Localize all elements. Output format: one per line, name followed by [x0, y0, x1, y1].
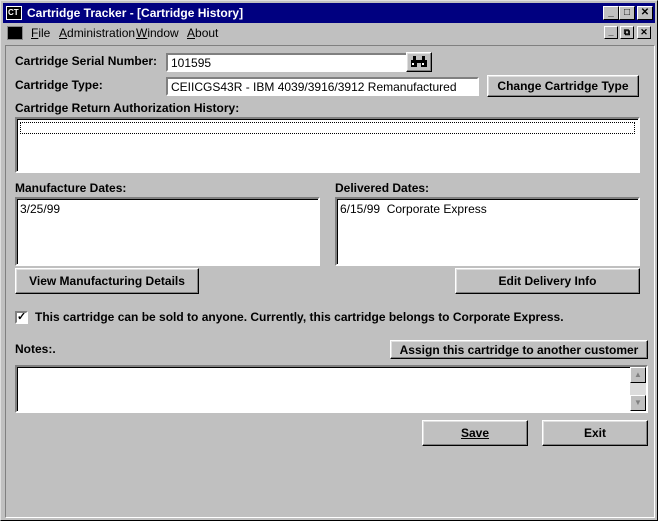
- manufacture-dates-list[interactable]: 3/25/99: [15, 197, 320, 266]
- scroll-up-icon[interactable]: ▲: [630, 367, 646, 383]
- save-button[interactable]: Save: [422, 420, 528, 446]
- list-item[interactable]: [20, 122, 635, 134]
- scroll-down-icon[interactable]: ▼: [630, 395, 646, 411]
- mdi-close-icon[interactable]: ✕: [637, 26, 651, 39]
- mdi-minimize-icon[interactable]: _: [604, 26, 618, 39]
- assign-to-customer-button[interactable]: Assign this cartridge to another custome…: [390, 340, 648, 359]
- app-window: CT Cartridge Tracker - [Cartridge Histor…: [0, 0, 658, 521]
- edit-delivery-info-button[interactable]: Edit Delivery Info: [455, 268, 640, 294]
- rma-history-label: Cartridge Return Authorization History:: [15, 101, 240, 115]
- view-manufacturing-details-button-label: View Manufacturing Details: [29, 274, 185, 288]
- restore-icon[interactable]: ⧉: [620, 26, 634, 39]
- app-icon[interactable]: CT: [6, 6, 22, 20]
- menu-about[interactable]: About: [187, 26, 218, 40]
- list-item[interactable]: 3/25/99: [20, 202, 315, 216]
- delivered-dates-label: Delivered Dates:: [335, 181, 430, 195]
- menu-file-rest: ile: [38, 26, 51, 40]
- view-manufacturing-details-button[interactable]: View Manufacturing Details: [15, 268, 199, 294]
- menu-administration-rest: dministration: [67, 26, 136, 40]
- sold-to-anyone-checkbox[interactable]: ✓: [15, 311, 28, 324]
- notes-scrollbar[interactable]: ▲ ▼: [630, 367, 646, 411]
- close-icon[interactable]: ✕: [637, 6, 653, 20]
- search-serial-button[interactable]: [406, 52, 432, 72]
- assign-to-customer-button-label: Assign this cartridge to another custome…: [399, 343, 639, 357]
- menu-window-rest: indow: [147, 26, 179, 40]
- change-cartridge-type-button[interactable]: Change Cartridge Type: [487, 75, 639, 97]
- delivered-dates-list[interactable]: 6/15/99 Corporate Express: [335, 197, 640, 266]
- menu-administration[interactable]: Administration: [59, 26, 135, 40]
- menu-about-mnemonic: A: [187, 26, 196, 40]
- menu-file[interactable]: File: [31, 26, 50, 40]
- sold-to-anyone-label: This cartridge can be sold to anyone. Cu…: [35, 310, 564, 324]
- exit-button-label: Exit: [583, 426, 606, 440]
- app-icon-text: CT: [8, 8, 19, 17]
- notes-label: Notes:.: [15, 342, 56, 356]
- menu-window[interactable]: Window: [136, 26, 179, 40]
- change-cartridge-type-button-label: Change Cartridge Type: [497, 79, 629, 93]
- maximize-icon[interactable]: □: [619, 6, 635, 20]
- list-item[interactable]: 6/15/99 Corporate Express: [340, 202, 635, 216]
- manufacture-dates-label: Manufacture Dates:: [15, 181, 127, 195]
- serial-number-input[interactable]: 101595: [166, 53, 408, 72]
- menu-window-mnemonic: W: [136, 26, 148, 40]
- cartridge-type-label: Cartridge Type:: [15, 78, 103, 92]
- title-bar[interactable]: CT Cartridge Tracker - [Cartridge Histor…: [3, 3, 655, 23]
- menu-about-rest: bout: [195, 26, 219, 40]
- binoculars-icon: [411, 56, 427, 67]
- serial-number-label: Cartridge Serial Number:: [15, 54, 158, 68]
- save-button-label: Save: [460, 426, 490, 440]
- menu-administration-mnemonic: A: [59, 26, 68, 40]
- document-icon[interactable]: [7, 26, 23, 40]
- cartridge-type-field[interactable]: CEIICGS43R - IBM 4039/3916/3912 Remanufa…: [166, 77, 479, 96]
- notes-textarea[interactable]: ▲ ▼: [15, 365, 648, 413]
- edit-delivery-info-button-label: Edit Delivery Info: [498, 274, 597, 288]
- minimize-icon[interactable]: _: [603, 6, 619, 20]
- exit-button[interactable]: Exit: [542, 420, 648, 446]
- rma-history-list[interactable]: [15, 117, 640, 173]
- menu-bar: File Administration Window About _ ⧉ ✕: [3, 23, 655, 43]
- window-title: Cartridge Tracker - [Cartridge History]: [27, 6, 244, 20]
